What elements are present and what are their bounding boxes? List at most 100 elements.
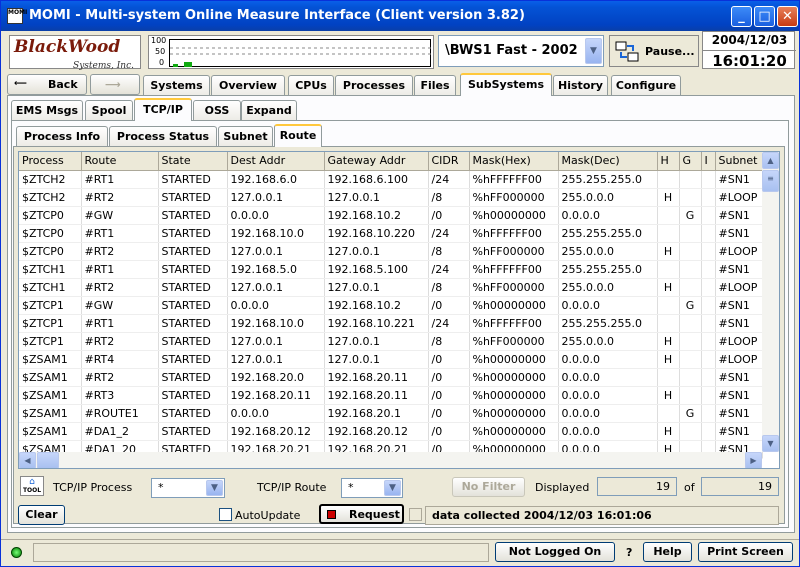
scroll-up-icon[interactable]: ▲ [762, 152, 779, 169]
chevron-down-icon[interactable]: ▼ [585, 38, 602, 64]
table-cell: #LOOP [715, 332, 763, 351]
system-select[interactable]: \BWS1 Fast - 2002 ▼ [438, 35, 604, 67]
column-header[interactable]: Mask(Dec) [558, 152, 658, 171]
table-cell: 192.168.20.11 [324, 386, 429, 405]
scroll-down-icon[interactable]: ▼ [762, 435, 779, 452]
tab-expand[interactable]: Expand [241, 100, 297, 121]
table-row[interactable]: $ZSAM1 #RT2 STARTED 192.168.20.0 192.168.20.… [19, 368, 763, 387]
table-cell: 0.0.0.0 [558, 206, 658, 225]
tab-systems[interactable]: Systems [143, 75, 210, 96]
table-cell [657, 206, 680, 225]
tab-cpus[interactable]: CPUs [288, 75, 334, 96]
table-cell: STARTED [158, 332, 228, 351]
request-button[interactable]: Request [319, 504, 404, 524]
login-button[interactable]: Not Logged On [495, 542, 615, 562]
table-cell [701, 188, 716, 207]
tab-ems-msgs[interactable]: EMS Msgs [11, 100, 83, 121]
table-row[interactable]: $ZSAM1 #RT4 STARTED 127.0.0.1 127.0.0.1/0 %h0… [19, 350, 763, 369]
table-row[interactable]: $ZTCH1 #RT1 STARTED 192.168.5.0 192.168.5.10… [19, 260, 763, 279]
table-row[interactable]: $ZSAM1 #RT3 STARTED 192.168.20.11 192.168.20… [19, 386, 763, 405]
column-header[interactable]: CIDR [428, 152, 470, 171]
tab-processes[interactable]: Processes [335, 75, 413, 96]
tab-subnet[interactable]: Subnet [218, 126, 273, 147]
table-row[interactable]: $ZTCP0 #RT1 STARTED 192.168.10.0 192.168.10.… [19, 224, 763, 243]
forward-arrow-icon: ⟶ [105, 78, 121, 91]
table-cell: /8 [428, 278, 470, 297]
route-filter-select[interactable]: * ▼ [341, 478, 403, 498]
table-cell: 127.0.0.1 [227, 278, 325, 297]
column-header[interactable]: Route [81, 152, 159, 171]
autoupdate-checkbox[interactable] [219, 508, 232, 521]
column-header[interactable]: State [158, 152, 228, 171]
table-cell [701, 278, 716, 297]
clear-button[interactable]: Clear [18, 505, 65, 525]
table-cell: $ZTCP1 [19, 296, 82, 315]
table-cell: 127.0.0.1 [324, 188, 429, 207]
table-row[interactable]: $ZSAM1 #ROUTE1 STARTED 0.0.0.0 192.168.20.1/… [19, 404, 763, 423]
chevron-down-icon[interactable]: ▼ [206, 480, 223, 496]
table-cell [679, 278, 702, 297]
scroll-right-icon[interactable]: ▶ [745, 452, 762, 468]
tool-button[interactable]: ⌂ TOOL [20, 476, 44, 496]
table-row[interactable]: $ZTCP0 #RT2 STARTED 127.0.0.1 127.0.0.1/8 %hF… [19, 242, 763, 261]
column-header[interactable]: Subnet [715, 152, 763, 171]
table-cell: 192.168.20.12 [324, 422, 429, 441]
table-cell: 127.0.0.1 [324, 332, 429, 351]
collected-checkbox[interactable] [409, 508, 422, 521]
tab-files[interactable]: Files [414, 75, 456, 96]
column-header[interactable]: G [679, 152, 702, 171]
table-cell [657, 260, 680, 279]
column-header[interactable]: Process [19, 152, 82, 171]
table-row[interactable]: $ZTCP1 #GW STARTED 0.0.0.0 192.168.10.2/0 %h0… [19, 296, 763, 315]
table-cell: %hFF000000 [469, 242, 559, 261]
spark-ylabel-top: 100 [151, 36, 167, 45]
tab-history[interactable]: History [553, 75, 608, 96]
table-row[interactable]: $ZTCP1 #RT2 STARTED 127.0.0.1 127.0.0.1/8 %hF… [19, 332, 763, 351]
close-button[interactable]: ✕ [777, 6, 798, 27]
no-filter-button[interactable]: No Filter [452, 477, 525, 497]
tab-oss[interactable]: OSS [193, 100, 241, 121]
column-header[interactable]: Dest Addr [227, 152, 325, 171]
tab-process-info[interactable]: Process Info [16, 126, 108, 147]
vertical-scrollbar[interactable]: ▲ ≡ ▼ [762, 152, 779, 452]
table-row[interactable]: $ZTCP0 #GW STARTED 0.0.0.0 192.168.10.2/0 %h0… [19, 206, 763, 225]
print-screen-button[interactable]: Print Screen [698, 542, 793, 562]
table-row[interactable]: $ZTCH2 #RT1 STARTED 192.168.6.0 192.168.6.10… [19, 170, 763, 189]
table-cell: /0 [428, 350, 470, 369]
forward-button[interactable]: ⟶ [90, 74, 140, 95]
table-cell: H [657, 242, 680, 261]
process-filter-select[interactable]: * ▼ [151, 478, 225, 498]
table-cell: 255.0.0.0 [558, 332, 658, 351]
table-cell: %hFFFFFF00 [469, 314, 559, 333]
pause-button[interactable]: Pause... [609, 35, 699, 67]
hscroll-thumb[interactable] [37, 452, 59, 468]
column-header[interactable]: Gateway Addr [324, 152, 429, 171]
tab-route[interactable]: Route [274, 124, 322, 147]
scroll-left-icon[interactable]: ◀ [19, 452, 36, 468]
tab-spool[interactable]: Spool [85, 100, 133, 121]
minimize-button[interactable]: _ [731, 6, 752, 27]
column-header[interactable]: Mask(Hex) [469, 152, 559, 171]
tab-tcp-ip[interactable]: TCP/IP [134, 98, 192, 121]
tab-subsystems[interactable]: SubSystems [460, 73, 552, 96]
table-cell: #LOOP [715, 278, 763, 297]
horizontal-scrollbar[interactable]: ◀ ▶ [19, 452, 762, 468]
table-row[interactable]: $ZSAM1 #DA1_2 STARTED 192.168.20.12 192.168.… [19, 422, 763, 441]
table-row[interactable]: $ZTCH1 #RT2 STARTED 127.0.0.1 127.0.0.1/8 %hF… [19, 278, 763, 297]
table-cell: G [679, 296, 702, 315]
table-row[interactable]: $ZTCP1 #RT1 STARTED 192.168.10.0 192.168.10.… [19, 314, 763, 333]
scroll-thumb[interactable]: ≡ [762, 170, 779, 192]
tab-configure[interactable]: Configure [611, 75, 681, 96]
tab-process-status[interactable]: Process Status [109, 126, 217, 147]
column-header[interactable]: H [657, 152, 680, 171]
table-cell [701, 350, 716, 369]
back-button[interactable]: ⟵ Back [7, 74, 87, 95]
spark-ylabel-bottom: 0 [159, 58, 165, 67]
maximize-button[interactable]: □ [754, 6, 775, 27]
column-header[interactable]: I [701, 152, 716, 171]
chevron-down-icon[interactable]: ▼ [384, 480, 401, 496]
tab-overview[interactable]: Overview [211, 75, 285, 96]
table-cell: 0.0.0.0 [558, 296, 658, 315]
table-row[interactable]: $ZTCH2 #RT2 STARTED 127.0.0.1 127.0.0.1/8 %hF… [19, 188, 763, 207]
help-button[interactable]: Help [643, 542, 692, 562]
